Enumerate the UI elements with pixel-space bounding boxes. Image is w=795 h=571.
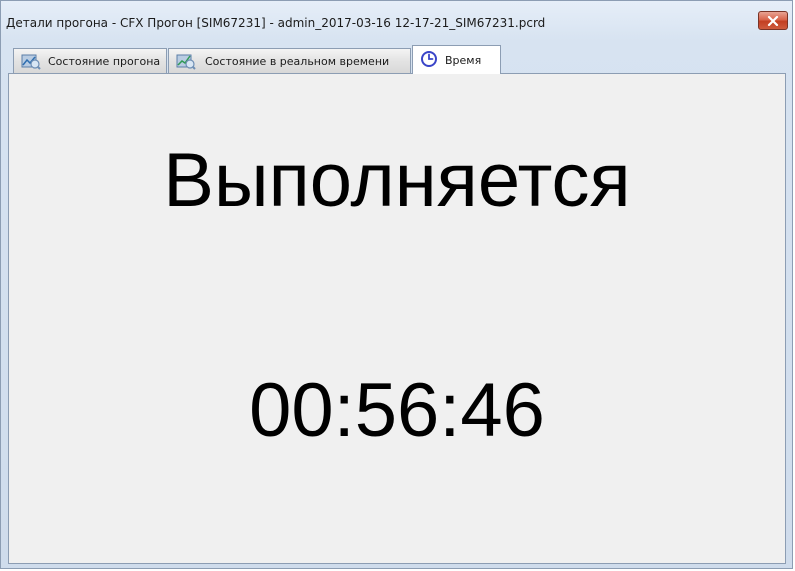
tab-run-status-label: Состояние прогона [48,55,161,68]
close-icon [767,15,779,26]
close-button[interactable] [758,11,788,30]
tab-strip: Состояние прогона Состояние в реальном в… [13,45,783,74]
title-bar[interactable]: Детали прогона - CFX Прогон [SIM67231] -… [1,1,792,43]
clock-icon [421,51,437,67]
elapsed-time-text: 00:56:46 [249,368,545,453]
tab-time-label: Время [445,54,482,67]
window-title: Детали прогона - CFX Прогон [SIM67231] -… [6,16,546,30]
tab-time[interactable]: Время [412,45,501,74]
realtime-status-icon [176,54,196,70]
tab-realtime-status-label: Состояние в реальном времени [205,55,390,68]
run-status-icon [21,54,41,70]
tab-realtime-status[interactable]: Состояние в реальном времени [168,48,411,73]
run-details-window: Детали прогона - CFX Прогон [SIM67231] -… [0,0,793,569]
run-status-text: Выполняется [163,138,631,223]
time-panel: Выполняется 00:56:46 [8,73,786,564]
tab-run-status[interactable]: Состояние прогона [13,48,167,73]
